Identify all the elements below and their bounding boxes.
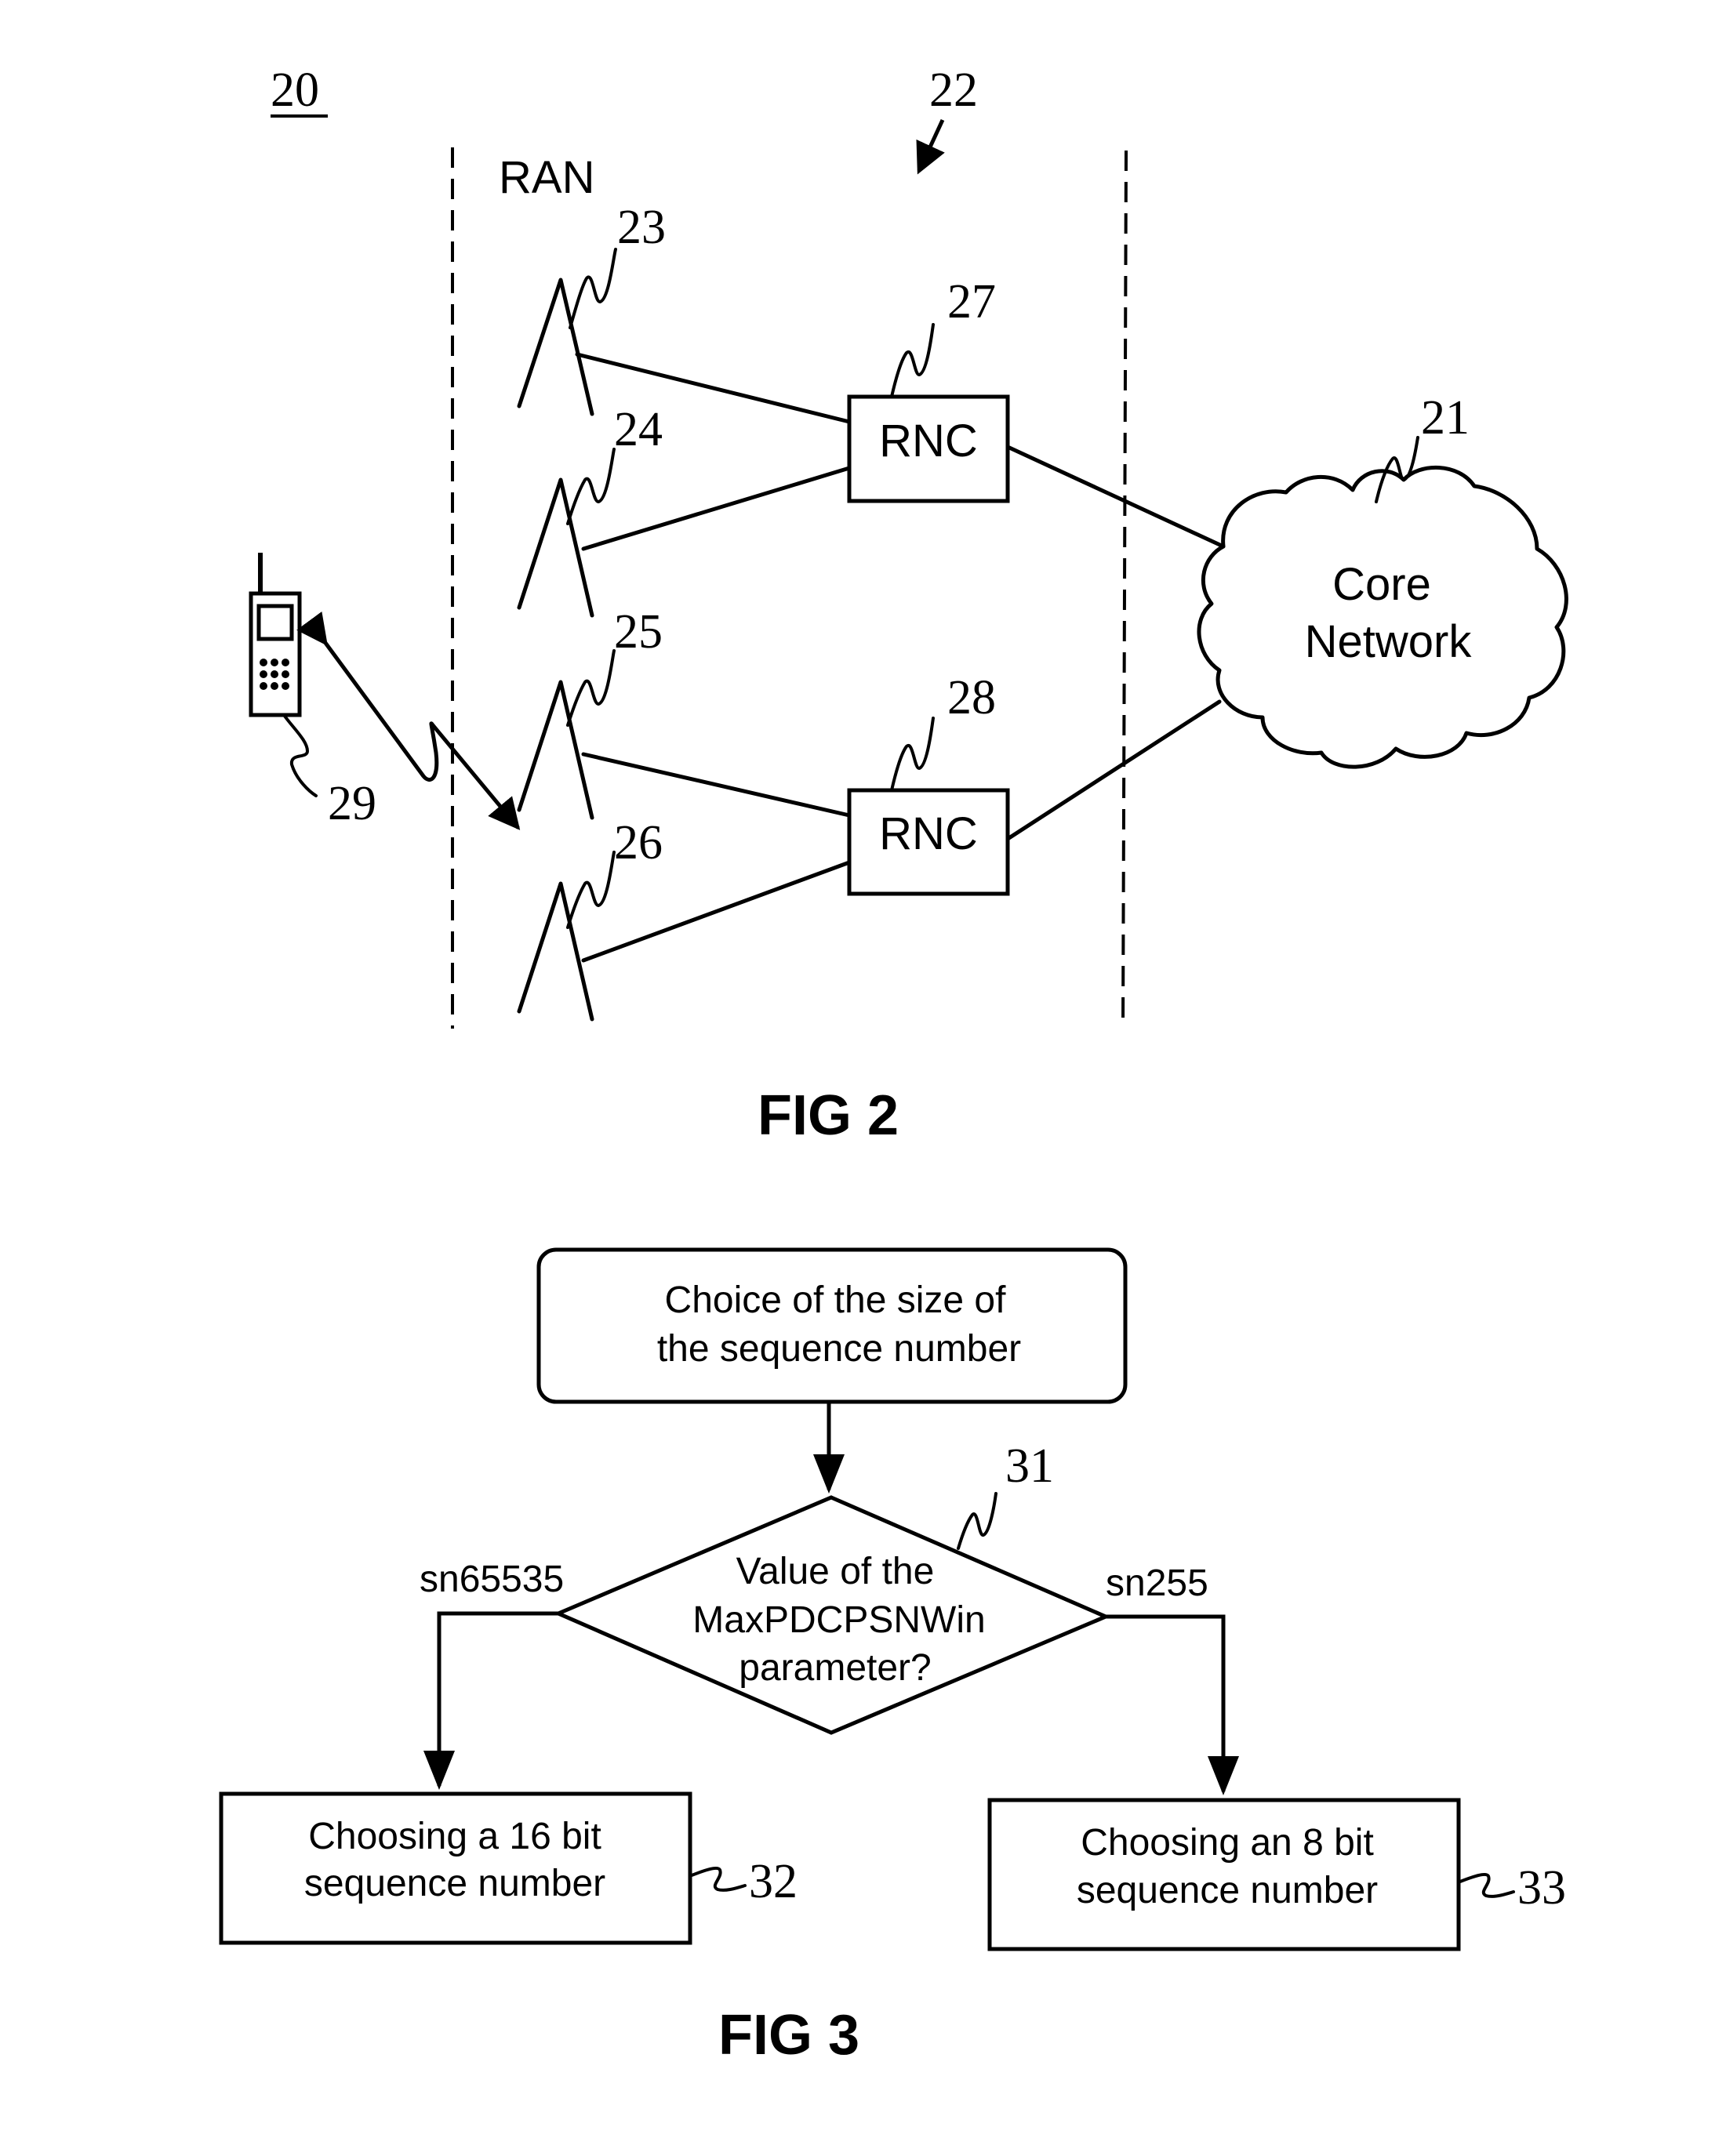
- step-8-bit: Choosing an 8 bit sequence number 33: [987, 1798, 1566, 1951]
- decision-text-line1: Value of the: [736, 1551, 935, 1592]
- decision-ref-label: 31: [1005, 1439, 1054, 1493]
- rnc-27: RNC 27: [847, 275, 1010, 503]
- link-rnc27-core: [1005, 445, 1226, 549]
- mobile-station: 29: [249, 553, 521, 830]
- phone-screen: [256, 604, 294, 641]
- rnc-label: RNC: [879, 416, 978, 466]
- ran-boundary-right: [1121, 150, 1128, 1029]
- link-25-rnc28: [581, 752, 852, 818]
- decision-text-line2: MaxPDCPSNWin: [692, 1599, 985, 1641]
- ref-leader: [1459, 1873, 1515, 1898]
- decision-step: Value of the MaxPDCPSNWin parameter? 31: [553, 1439, 1111, 1735]
- antenna-icon: [517, 680, 594, 820]
- antenna-icon: [517, 881, 594, 1022]
- rnc-label: RNC: [879, 808, 978, 859]
- base-station-ref-label: 26: [614, 816, 663, 869]
- flow-arrow-right-branch: [1106, 1614, 1239, 1795]
- rnc-ref-label: 28: [947, 671, 996, 724]
- phone-keypad-icon: [260, 659, 289, 690]
- fig3-title: FIG 3: [718, 2004, 859, 2067]
- ref-leader: [890, 717, 935, 792]
- rnc-ref-label: 27: [947, 275, 996, 328]
- link-rnc28-core: [1005, 699, 1222, 841]
- patent-drawing: 20 RAN 22 23 24 25 26 RNC 27 RNC 28 Core…: [219, 64, 1568, 2067]
- core-network-ref-label: 21: [1421, 391, 1470, 445]
- base-station-ref-label: 25: [614, 605, 663, 659]
- ref-leader: [566, 851, 616, 929]
- branch-left-label: sn65535: [420, 1559, 564, 1600]
- start-text-line2: the sequence number: [657, 1328, 1021, 1370]
- core-network-label-line1: Core: [1332, 559, 1431, 610]
- step-16-bit: Choosing a 16 bit sequence number 32: [219, 1791, 798, 1945]
- box-right-line1: Choosing an 8 bit: [1081, 1822, 1374, 1864]
- ref-leader: [957, 1492, 997, 1550]
- box-left-line1: Choosing a 16 bit: [308, 1816, 601, 1857]
- ref-leader: [282, 713, 318, 797]
- box-right-line2: sequence number: [1077, 1870, 1378, 1911]
- fig2: 20 RAN 22 23 24 25 26 RNC 27 RNC 28 Core…: [249, 64, 1568, 1147]
- fig2-title: FIG 2: [758, 1084, 899, 1147]
- ref-leader: [566, 649, 616, 727]
- link-26-rnc28: [581, 860, 852, 963]
- link-24-rnc27: [581, 466, 852, 551]
- decision-text-line3: parameter?: [739, 1647, 931, 1689]
- ran-ref-arrow: [916, 118, 945, 175]
- box-right-ref-label: 33: [1517, 1861, 1566, 1915]
- ref-leader: [690, 1867, 747, 1892]
- ref-leader: [890, 323, 935, 398]
- core-network: Core Network 21: [1197, 391, 1568, 769]
- ran-ref-label: 22: [929, 64, 978, 117]
- box-left-line2: sequence number: [304, 1863, 605, 1904]
- ref-leader: [566, 448, 616, 525]
- ref-leader: [569, 248, 617, 329]
- system-ref-label: 20: [271, 64, 319, 117]
- core-network-label-line2: Network: [1305, 616, 1473, 667]
- flow-arrow-left-branch: [423, 1611, 558, 1790]
- start-box: [536, 1247, 1128, 1404]
- mobile-ref-label: 29: [328, 777, 376, 830]
- base-station-24: 24: [517, 403, 663, 618]
- base-station-25: 25: [517, 605, 663, 820]
- base-station-ref-label: 23: [617, 201, 666, 254]
- base-station-26: 26: [517, 816, 663, 1022]
- antenna-icon: [517, 477, 594, 618]
- start-step: Choice of the size of the sequence numbe…: [536, 1247, 1128, 1404]
- branch-right-label: sn255: [1106, 1563, 1208, 1604]
- fig3: Choice of the size of the sequence numbe…: [219, 1247, 1566, 2067]
- rnc-28: RNC 28: [847, 671, 1010, 896]
- box-left-ref-label: 32: [749, 1855, 798, 1908]
- base-station-ref-label: 24: [614, 403, 663, 456]
- start-text-line1: Choice of the size of: [665, 1279, 1007, 1321]
- base-station-23: 23: [517, 201, 666, 416]
- antenna-icon: [517, 278, 594, 416]
- ran-label: RAN: [499, 152, 594, 203]
